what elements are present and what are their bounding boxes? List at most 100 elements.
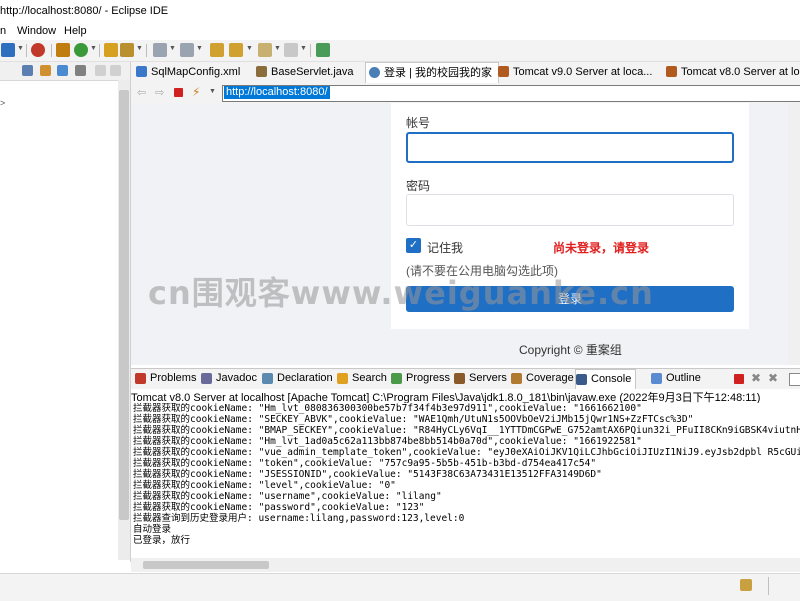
tab-servers[interactable]: Servers [454, 372, 507, 384]
build-icon[interactable] [120, 43, 134, 57]
coverage-icon [511, 373, 522, 384]
toolbar-divider [99, 44, 100, 57]
page-scrollbar[interactable] [788, 103, 800, 365]
console-line: 拦截器获取的cookieName: "JSESSIONID",cookieVal… [133, 469, 602, 480]
chevron-down-icon[interactable]: ▼ [209, 88, 216, 95]
view-menu-icon[interactable] [75, 65, 86, 76]
console-line: 拦截器获取的cookieName: "Hm_lvt_1ad0a5c62a113b… [133, 436, 642, 447]
console-icon [576, 374, 587, 385]
tab-label: Search [352, 372, 387, 384]
password-label: 密码 [406, 179, 431, 193]
problems-icon [135, 373, 146, 384]
tab-label: BaseServlet.java [271, 66, 354, 78]
progress-icon [391, 373, 402, 384]
console-line: 已登录，放行 [133, 535, 191, 546]
debug-icon[interactable] [31, 43, 45, 57]
menu-bar: n Window Help [0, 24, 800, 40]
menu-item-window[interactable]: Window [17, 25, 56, 37]
search-icon [337, 373, 348, 384]
server-icon [498, 66, 509, 77]
tab-label: Outline [666, 372, 701, 384]
console-line: 拦截器获取的cookieName: "password",cookieValue… [133, 502, 425, 513]
login-error-text: 尚未登录，请登录 [553, 241, 650, 255]
menu-item-help[interactable]: Help [64, 25, 87, 37]
chevron-down-icon[interactable]: ▼ [17, 45, 24, 52]
tab-baseservlet[interactable]: BaseServlet.java [253, 62, 354, 82]
console-line: 拦截器获取的cookieName: "SECKEY_ABVK",cookieVa… [133, 414, 694, 425]
tab-declaration[interactable]: Declaration [262, 372, 333, 384]
tab-problems[interactable]: Problems [135, 372, 196, 384]
run-icon[interactable] [74, 43, 88, 57]
console-header: Tomcat v8.0 Server at localhost [Apache … [131, 389, 800, 403]
new-icon[interactable] [1, 43, 15, 57]
remove-all-icon[interactable]: ✖ [768, 371, 778, 385]
maximize-icon[interactable] [110, 65, 121, 76]
console-line: 拦截器获取的cookieName: "username",cookieValue… [133, 491, 442, 502]
chevron-down-icon[interactable]: ▼ [136, 45, 143, 52]
tab-label: Tomcat v9.0 Server at loca... [513, 66, 653, 78]
editor-tab-bar: SqlMapConfig.xml BaseServlet.java 登录 | 我… [131, 62, 800, 84]
main-toolbar: ▼ ▼ ▼ ▼ ▼ ▼ ▼ ▼ [0, 40, 800, 62]
chevron-down-icon[interactable]: ▼ [196, 45, 203, 52]
menu-item-run[interactable]: n [0, 25, 6, 37]
status-bar [0, 573, 800, 601]
tab-javadoc[interactable]: Javadoc [201, 372, 257, 384]
tab-login-page[interactable]: 登录 | 我的校园我的家 [365, 62, 499, 83]
url-text[interactable]: http://localhost:8080/ [224, 86, 330, 99]
console-line: 拦截器查询到历史登录用户: username:lilang,password:1… [133, 513, 465, 524]
servers-icon [454, 373, 465, 384]
back-icon[interactable]: ⇦ [137, 86, 146, 99]
tab-tomcat8-server[interactable]: Tomcat v8.0 Server at loc [663, 62, 800, 82]
collapse-all-icon[interactable] [22, 65, 33, 76]
terminate-icon[interactable] [734, 374, 744, 384]
chevron-down-icon[interactable]: ▼ [300, 45, 307, 52]
open-type-icon[interactable] [104, 43, 118, 57]
tab-search[interactable]: Search [337, 372, 387, 384]
perspective-icon[interactable] [56, 43, 70, 57]
window-title-bar: http://localhost:8080/ - Eclipse IDE [0, 0, 800, 24]
open-perspective-icon[interactable] [316, 43, 330, 57]
back-icon[interactable] [229, 43, 243, 57]
chevron-down-icon[interactable]: ▼ [90, 45, 97, 52]
tab-label: Coverage [526, 372, 574, 384]
annotation-icon[interactable] [153, 43, 167, 57]
chevron-down-icon[interactable]: ▼ [274, 45, 281, 52]
server-icon [666, 66, 677, 77]
link-editor-icon[interactable] [40, 65, 51, 76]
back-arrow-icon[interactable] [258, 43, 272, 57]
tab-sqlmapconfig[interactable]: SqlMapConfig.xml [133, 62, 240, 82]
tab-outline[interactable]: Outline [651, 372, 701, 384]
outline-icon [651, 373, 662, 384]
console-line: 自动登录 [133, 524, 172, 535]
password-input[interactable] [406, 194, 734, 226]
forward-icon[interactable]: ⇨ [155, 86, 164, 99]
stop-icon[interactable] [174, 88, 183, 97]
tab-progress[interactable]: Progress [391, 372, 450, 384]
xml-file-icon [136, 66, 147, 77]
tab-label: Console [591, 373, 632, 385]
tab-tomcat9-server[interactable]: Tomcat v9.0 Server at loca... [495, 62, 652, 82]
next-annotation-icon[interactable] [180, 43, 194, 57]
last-edit-icon[interactable] [210, 43, 224, 57]
task-icon[interactable] [740, 579, 752, 591]
chevron-down-icon[interactable]: ▼ [246, 45, 253, 52]
left-scrollbar-thumb[interactable] [119, 90, 129, 520]
filter-icon[interactable] [57, 65, 68, 76]
tab-console[interactable]: Console [575, 369, 637, 389]
console-scrollbar-thumb[interactable] [143, 561, 269, 569]
tab-label: SqlMapConfig.xml [151, 66, 241, 78]
username-input[interactable] [406, 132, 734, 163]
remember-me-checkbox[interactable]: ✓ [406, 238, 421, 253]
minimize-icon[interactable] [95, 65, 106, 76]
console-output[interactable]: 拦截器获取的cookieName: "Hm_lvt_080836300300be… [131, 403, 800, 557]
remove-launch-icon[interactable]: ✖ [751, 371, 761, 385]
tab-label: Tomcat v8.0 Server at loc [681, 66, 800, 78]
refresh-icon[interactable]: ⚡ [192, 85, 200, 99]
tree-expand-icon[interactable]: > [0, 98, 5, 108]
tab-coverage[interactable]: Coverage [511, 372, 574, 384]
globe-icon [369, 67, 380, 78]
chevron-down-icon[interactable]: ▼ [169, 45, 176, 52]
forward-arrow-icon[interactable] [284, 43, 298, 57]
clear-console-icon[interactable] [789, 373, 800, 386]
remember-me-label[interactable]: 记住我 [427, 239, 463, 256]
